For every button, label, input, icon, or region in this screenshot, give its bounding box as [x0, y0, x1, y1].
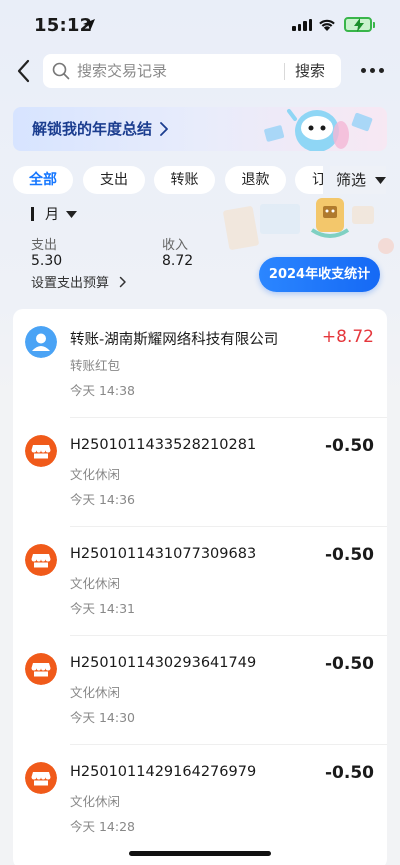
- expense-value: 5.30: [31, 253, 63, 269]
- cellular-signal-icon: [292, 19, 312, 31]
- user-icon: [25, 326, 57, 358]
- transaction-amount: +8.72: [321, 327, 374, 347]
- transaction-category: 转账红包: [70, 358, 121, 373]
- income-label: 收入: [162, 238, 189, 253]
- search-button[interactable]: 搜索: [295, 54, 325, 88]
- home-indicator: [129, 851, 271, 856]
- transaction-title: H2501011429164276979: [70, 764, 257, 780]
- month-cursor: [31, 207, 34, 221]
- shop-icon: [25, 435, 57, 467]
- search-header: 搜索: [0, 54, 400, 88]
- transaction-category: 文化休闲: [70, 467, 121, 482]
- transaction-row[interactable]: H2501011431077309683 文化休闲 今天 14:31 -0.50: [13, 527, 387, 636]
- chip-refund[interactable]: 退款: [225, 166, 286, 194]
- filter-chips: 全部 支出 转账 退款 订单: [13, 166, 323, 196]
- chevron-right-icon: [160, 122, 168, 136]
- caret-down-icon: [374, 176, 386, 184]
- shop-icon: [25, 762, 57, 794]
- mascot-illustration-icon: [264, 109, 373, 151]
- transaction-list: 转账-湖南斯耀网络科技有限公司 转账红包 今天 14:38 +8.72 H250…: [13, 309, 387, 865]
- transaction-amount: -0.50: [325, 763, 374, 783]
- transaction-title: H2501011433528210281: [70, 437, 257, 453]
- chip-expense[interactable]: 支出: [83, 166, 145, 194]
- chevron-right-icon: [119, 276, 126, 288]
- wifi-icon: [319, 19, 335, 31]
- search-box[interactable]: 搜索: [43, 54, 341, 88]
- shop-icon: [25, 653, 57, 685]
- transaction-category: 文化休闲: [70, 685, 121, 700]
- transaction-time: 今天 14:38: [70, 383, 135, 398]
- location-arrow-icon: [83, 19, 95, 31]
- transaction-title: 转账-湖南斯耀网络科技有限公司: [70, 332, 279, 348]
- transaction-category: 文化休闲: [70, 576, 121, 591]
- transaction-category: 文化休闲: [70, 794, 121, 809]
- transaction-row[interactable]: H2501011430293641749 文化休闲 今天 14:30 -0.50: [13, 636, 387, 745]
- filter-button[interactable]: 筛选: [330, 166, 386, 194]
- annual-stats-button[interactable]: 2024年收支统计: [259, 257, 380, 292]
- transaction-amount: -0.50: [325, 654, 374, 674]
- transaction-time: 今天 14:28: [70, 819, 135, 834]
- chip-order[interactable]: 订单: [295, 166, 323, 194]
- chip-transfer[interactable]: 转账: [154, 166, 215, 194]
- back-arrow-icon[interactable]: [14, 58, 34, 84]
- search-divider: [284, 63, 285, 80]
- transaction-row[interactable]: 转账-湖南斯耀网络科技有限公司 转账红包 今天 14:38 +8.72: [13, 309, 387, 418]
- transaction-row[interactable]: H2501011429164276979 文化休闲 今天 14:28 -0.50: [13, 745, 387, 854]
- search-input[interactable]: [77, 54, 277, 88]
- more-options-icon[interactable]: [361, 68, 384, 73]
- transaction-time: 今天 14:31: [70, 601, 135, 616]
- filter-label: 筛选: [336, 171, 367, 189]
- transaction-title: H2501011431077309683: [70, 546, 257, 562]
- shop-icon: [25, 544, 57, 576]
- caret-down-icon: [66, 211, 77, 218]
- transaction-amount: -0.50: [325, 545, 374, 565]
- status-bar: 15:12: [0, 0, 400, 48]
- set-budget-link[interactable]: 设置支出预算: [31, 275, 127, 293]
- battery-icon: [344, 17, 375, 32]
- search-icon: [52, 62, 70, 80]
- transaction-title: H2501011430293641749: [70, 655, 257, 671]
- expense-label: 支出: [31, 238, 58, 253]
- annual-summary-banner[interactable]: 解锁我的年度总结: [13, 107, 387, 151]
- banner-text: 解锁我的年度总结: [32, 120, 153, 138]
- transaction-row[interactable]: H2501011433528210281 文化休闲 今天 14:36 -0.50: [13, 418, 387, 527]
- month-label: 月: [45, 207, 59, 223]
- transaction-amount: -0.50: [325, 436, 374, 456]
- budget-link-label: 设置支出预算: [31, 276, 110, 291]
- chip-all[interactable]: 全部: [13, 166, 73, 194]
- transaction-time: 今天 14:30: [70, 710, 135, 725]
- transaction-time: 今天 14:36: [70, 492, 135, 507]
- decorative-illustration-icon: [223, 198, 394, 254]
- income-value: 8.72: [162, 253, 194, 269]
